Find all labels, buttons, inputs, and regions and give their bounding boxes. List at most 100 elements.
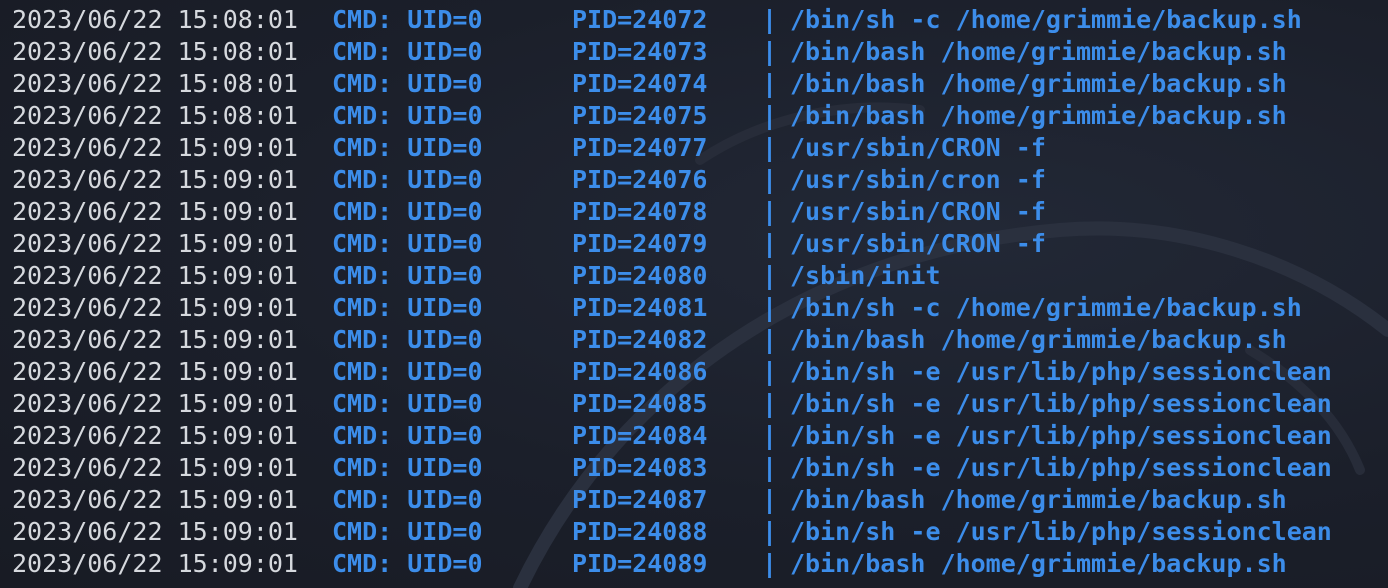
terminal-window[interactable]: 2023/06/22 15:08:01 CMD: UID=0 PID=24072 | /… <box>0 0 1388 588</box>
log-line: 2023/06/22 15:09:01 CMD: UID=0 PID=24085 | /… <box>12 388 1388 420</box>
log-command: /sbin/init <box>790 261 941 290</box>
log-separator: | <box>762 517 778 546</box>
log-separator: | <box>762 101 778 130</box>
log-separator: | <box>762 165 778 194</box>
log-line: 2023/06/22 15:09:01 CMD: UID=0 PID=24077 | /… <box>12 132 1388 164</box>
log-separator: | <box>762 453 778 482</box>
log-line: 2023/06/22 15:08:01 CMD: UID=0 PID=24074 | /… <box>12 68 1388 100</box>
log-line: 2023/06/22 15:09:01 CMD: UID=0 PID=24088 | /… <box>12 516 1388 548</box>
log-pid: PID=24085 <box>572 389 708 418</box>
log-separator: | <box>762 549 778 578</box>
log-uid: CMD: UID=0 <box>332 101 483 130</box>
log-timestamp: 2023/06/22 15:09:01 <box>12 549 298 578</box>
log-pid: PID=24079 <box>572 229 708 258</box>
log-command: /bin/sh -c /home/grimmie/backup.sh <box>790 5 1302 34</box>
log-pid: PID=24078 <box>572 197 708 226</box>
log-uid: CMD: UID=0 <box>332 485 483 514</box>
log-separator: | <box>762 197 778 226</box>
log-command: /bin/bash /home/grimmie/backup.sh <box>790 69 1287 98</box>
log-line: 2023/06/22 15:09:01 CMD: UID=0 PID=24089 | /… <box>12 548 1388 580</box>
log-uid: CMD: UID=0 <box>332 133 483 162</box>
log-line: 2023/06/22 15:09:01 CMD: UID=0 PID=24083 | /… <box>12 452 1388 484</box>
log-command: /bin/bash /home/grimmie/backup.sh <box>790 485 1287 514</box>
log-timestamp: 2023/06/22 15:08:01 <box>12 5 298 34</box>
log-timestamp: 2023/06/22 15:08:01 <box>12 101 298 130</box>
log-pid: PID=24080 <box>572 261 708 290</box>
log-separator: | <box>762 133 778 162</box>
log-timestamp: 2023/06/22 15:09:01 <box>12 133 298 162</box>
log-line: 2023/06/22 15:09:01 CMD: UID=0 PID=24086 | /… <box>12 356 1388 388</box>
log-pid: PID=24084 <box>572 421 708 450</box>
log-command: /bin/sh -e /usr/lib/php/sessionclean <box>790 389 1332 418</box>
log-separator: | <box>762 69 778 98</box>
log-separator: | <box>762 37 778 66</box>
log-pid: PID=24089 <box>572 549 708 578</box>
log-command: /bin/bash /home/grimmie/backup.sh <box>790 325 1287 354</box>
log-uid: CMD: UID=0 <box>332 197 483 226</box>
log-uid: CMD: UID=0 <box>332 261 483 290</box>
log-separator: | <box>762 229 778 258</box>
log-separator: | <box>762 261 778 290</box>
log-uid: CMD: UID=0 <box>332 549 483 578</box>
log-timestamp: 2023/06/22 15:09:01 <box>12 389 298 418</box>
log-line: 2023/06/22 15:09:01 CMD: UID=0 PID=24082 | /… <box>12 324 1388 356</box>
log-command: /usr/sbin/CRON -f <box>790 229 1046 258</box>
log-timestamp: 2023/06/22 15:09:01 <box>12 261 298 290</box>
log-timestamp: 2023/06/22 15:09:01 <box>12 165 298 194</box>
log-pid: PID=24087 <box>572 485 708 514</box>
log-line: 2023/06/22 15:09:01 CMD: UID=0 PID=24078 | /… <box>12 196 1388 228</box>
log-uid: CMD: UID=0 <box>332 389 483 418</box>
log-timestamp: 2023/06/22 15:09:01 <box>12 485 298 514</box>
log-uid: CMD: UID=0 <box>332 5 483 34</box>
log-uid: CMD: UID=0 <box>332 325 483 354</box>
log-line: 2023/06/22 15:08:01 CMD: UID=0 PID=24073 | /… <box>12 36 1388 68</box>
log-line: 2023/06/22 15:09:01 CMD: UID=0 PID=24087 | /… <box>12 484 1388 516</box>
log-separator: | <box>762 485 778 514</box>
log-uid: CMD: UID=0 <box>332 69 483 98</box>
log-timestamp: 2023/06/22 15:08:01 <box>12 37 298 66</box>
log-timestamp: 2023/06/22 15:09:01 <box>12 453 298 482</box>
log-separator: | <box>762 5 778 34</box>
log-line: 2023/06/22 15:08:01 CMD: UID=0 PID=24072 | /… <box>12 4 1388 36</box>
log-line: 2023/06/22 15:08:01 CMD: UID=0 PID=24075 | /… <box>12 100 1388 132</box>
log-timestamp: 2023/06/22 15:08:01 <box>12 69 298 98</box>
log-pid: PID=24077 <box>572 133 708 162</box>
log-timestamp: 2023/06/22 15:09:01 <box>12 357 298 386</box>
log-command: /usr/sbin/CRON -f <box>790 133 1046 162</box>
log-line: 2023/06/22 15:09:01 CMD: UID=0 PID=24080 | /… <box>12 260 1388 292</box>
log-timestamp: 2023/06/22 15:09:01 <box>12 517 298 546</box>
log-separator: | <box>762 421 778 450</box>
log-command: /bin/bash /home/grimmie/backup.sh <box>790 101 1287 130</box>
log-separator: | <box>762 325 778 354</box>
log-uid: CMD: UID=0 <box>332 517 483 546</box>
log-uid: CMD: UID=0 <box>332 357 483 386</box>
log-command: /bin/sh -e /usr/lib/php/sessionclean <box>790 453 1332 482</box>
log-uid: CMD: UID=0 <box>332 229 483 258</box>
log-uid: CMD: UID=0 <box>332 165 483 194</box>
log-line: 2023/06/22 15:09:01 CMD: UID=0 PID=24079 | /… <box>12 228 1388 260</box>
log-pid: PID=24082 <box>572 325 708 354</box>
log-pid: PID=24076 <box>572 165 708 194</box>
log-line: 2023/06/22 15:09:01 CMD: UID=0 PID=24076 | /… <box>12 164 1388 196</box>
log-command: /bin/sh -e /usr/lib/php/sessionclean <box>790 357 1332 386</box>
log-pid: PID=24072 <box>572 5 708 34</box>
process-log: 2023/06/22 15:08:01 CMD: UID=0 PID=24072 | /… <box>12 4 1388 580</box>
log-timestamp: 2023/06/22 15:09:01 <box>12 293 298 322</box>
log-command: /bin/sh -e /usr/lib/php/sessionclean <box>790 517 1332 546</box>
log-command: /bin/sh -c /home/grimmie/backup.sh <box>790 293 1302 322</box>
log-pid: PID=24073 <box>572 37 708 66</box>
log-command: /bin/sh -e /usr/lib/php/sessionclean <box>790 421 1332 450</box>
log-timestamp: 2023/06/22 15:09:01 <box>12 229 298 258</box>
log-line: 2023/06/22 15:09:01 CMD: UID=0 PID=24081 | /… <box>12 292 1388 324</box>
log-uid: CMD: UID=0 <box>332 293 483 322</box>
log-command: /usr/sbin/cron -f <box>790 165 1046 194</box>
log-pid: PID=24088 <box>572 517 708 546</box>
log-uid: CMD: UID=0 <box>332 37 483 66</box>
log-pid: PID=24081 <box>572 293 708 322</box>
log-command: /usr/sbin/CRON -f <box>790 197 1046 226</box>
log-separator: | <box>762 293 778 322</box>
log-pid: PID=24074 <box>572 69 708 98</box>
log-command: /bin/bash /home/grimmie/backup.sh <box>790 549 1287 578</box>
log-uid: CMD: UID=0 <box>332 453 483 482</box>
log-uid: CMD: UID=0 <box>332 421 483 450</box>
